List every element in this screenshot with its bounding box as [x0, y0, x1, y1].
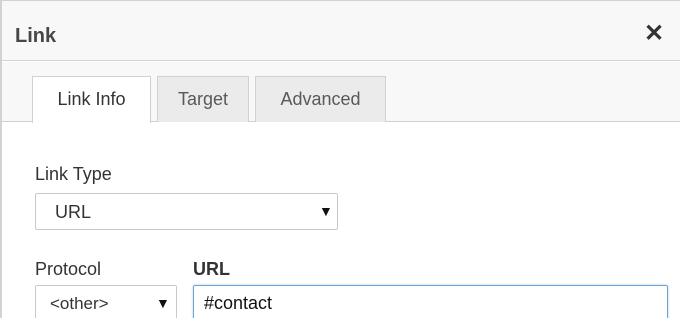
tab-link-info[interactable]: Link Info: [32, 76, 151, 123]
tab-advanced[interactable]: Advanced: [255, 76, 386, 122]
dialog-titlebar[interactable]: Link ✕: [2, 1, 680, 61]
tab-bar: Link Info Target Advanced: [2, 62, 680, 123]
dropdown-arrow-icon: ▼: [156, 295, 170, 311]
link-dialog: Link ✕ Link Info Target Advanced Link Ty…: [0, 0, 680, 318]
link-type-select[interactable]: URL ▼: [35, 193, 338, 230]
url-input[interactable]: [193, 285, 668, 318]
link-type-value: URL: [55, 202, 92, 222]
close-icon[interactable]: ✕: [642, 22, 666, 46]
link-type-label: Link Type: [35, 164, 112, 184]
tab-target[interactable]: Target: [157, 76, 249, 122]
protocol-select[interactable]: <other> ▼: [35, 285, 177, 318]
protocol-value: <other>: [50, 294, 109, 313]
link-info-panel: Link Type URL ▼ Protocol <other> ▼ URL: [2, 123, 680, 318]
dropdown-arrow-icon: ▼: [319, 203, 333, 219]
protocol-label: Protocol: [35, 259, 102, 279]
dialog-title: Link: [15, 25, 57, 47]
url-label: URL: [193, 259, 230, 279]
